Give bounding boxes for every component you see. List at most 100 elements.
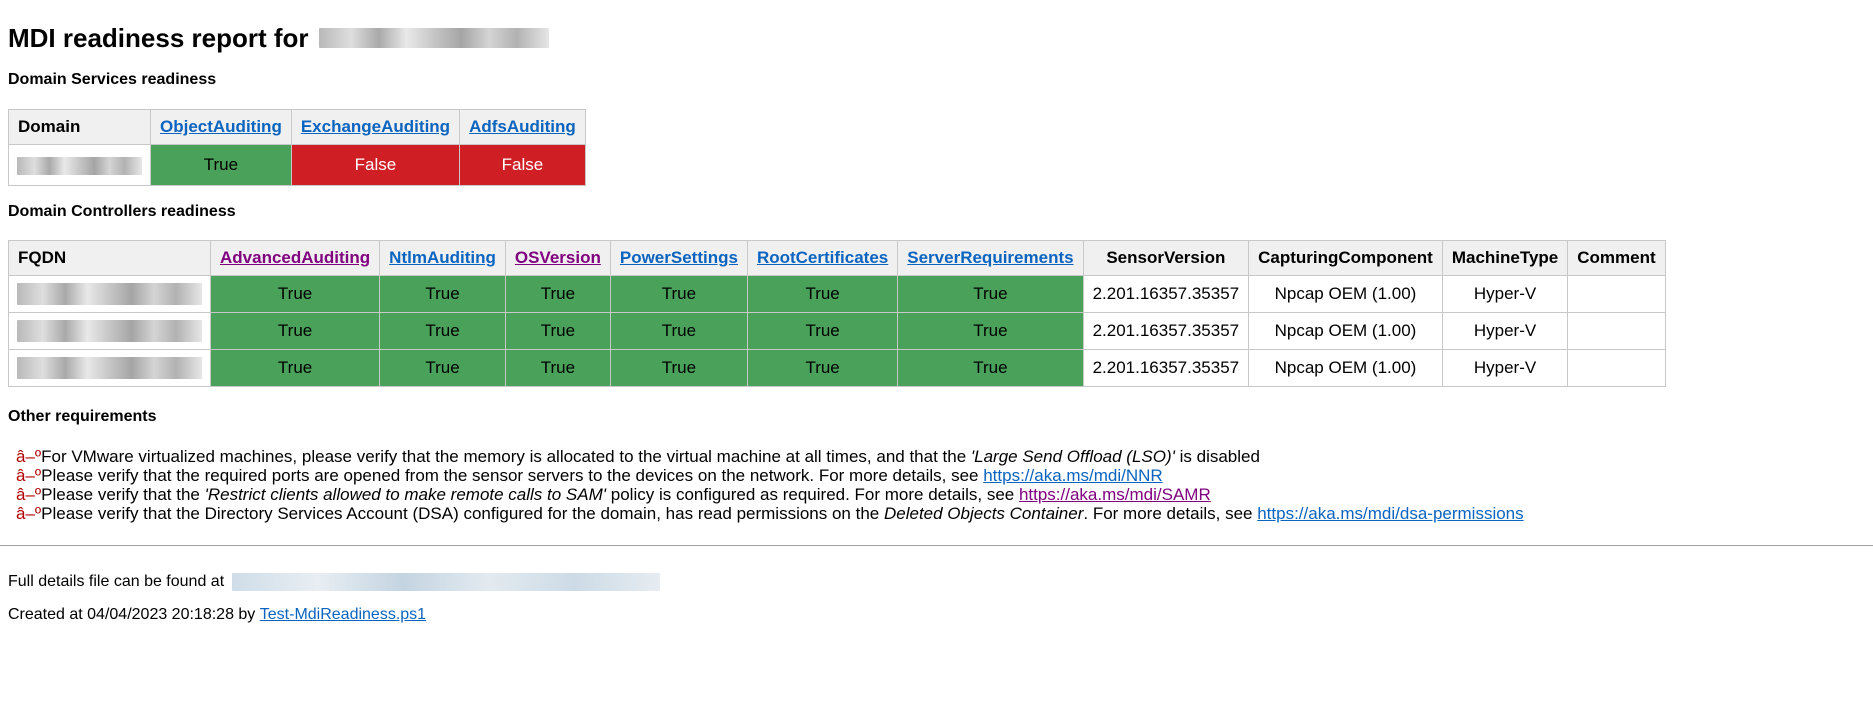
power-settings-value: True (609, 312, 748, 350)
advanced-auditing-link[interactable]: AdvancedAuditing (220, 248, 370, 267)
table-row: True False False (8, 144, 586, 186)
column-capturing-component: CapturingComponent (1248, 240, 1443, 276)
os-version-link[interactable]: OSVersion (515, 248, 601, 267)
bullet-marker: â–º (16, 504, 42, 523)
fqdn-cell (8, 349, 211, 387)
created-line: Created at 04/04/2023 20:18:28 by Test-M… (8, 604, 1868, 626)
redacted-fqdn (17, 320, 202, 342)
redacted-domain (17, 156, 142, 175)
fqdn-cell (8, 275, 211, 313)
other-requirements-heading: Other requirements (8, 408, 157, 425)
machine-type-value: Hyper-V (1441, 312, 1569, 350)
column-fqdn: FQDN (8, 240, 211, 276)
server-requirements-link[interactable]: ServerRequirements (907, 248, 1073, 267)
comment-value (1567, 275, 1666, 313)
power-settings-link[interactable]: PowerSettings (620, 248, 738, 267)
sensor-version-value: 2.201.16357.35357 (1082, 349, 1250, 387)
list-item: â–ºPlease verify that the Directory Serv… (16, 504, 1868, 523)
samr-link[interactable]: https://aka.ms/mdi/SAMR (1019, 485, 1211, 504)
column-power-settings: PowerSettings (609, 240, 748, 276)
server-requirements-value: True (897, 275, 1084, 313)
column-advanced-auditing: AdvancedAuditing (209, 240, 381, 276)
requirements-list: â–ºFor VMware virtualized machines, plea… (16, 447, 1868, 523)
column-ntlm-auditing: NtlmAuditing (379, 240, 506, 276)
full-details-label: Full details file can be found at (8, 573, 225, 590)
table-row: True True True True True True 2.201.1635… (8, 312, 1666, 350)
advanced-auditing-value: True (209, 275, 381, 313)
ntlm-auditing-value: True (379, 312, 506, 350)
redacted-fqdn (17, 283, 202, 305)
sensor-version-value: 2.201.16357.35357 (1082, 275, 1250, 313)
machine-type-value: Hyper-V (1441, 349, 1569, 387)
exchange-auditing-link[interactable]: ExchangeAuditing (301, 117, 450, 136)
exchange-auditing-value: False (290, 144, 461, 186)
capturing-component-value: Npcap OEM (1.00) (1248, 275, 1443, 313)
domain-cell (8, 144, 151, 186)
root-certificates-link[interactable]: RootCertificates (757, 248, 888, 267)
list-item: â–ºPlease verify that the required ports… (16, 466, 1868, 485)
requirement-emphasis: 'Restrict clients allowed to make remote… (204, 485, 607, 504)
ntlm-auditing-value: True (379, 349, 506, 387)
capturing-component-value: Npcap OEM (1.00) (1248, 312, 1443, 350)
column-machine-type: MachineType (1441, 240, 1569, 276)
domain-services-table: Domain ObjectAuditing ExchangeAuditing A… (8, 109, 586, 186)
server-requirements-value: True (897, 312, 1084, 350)
redacted-domain-name (318, 28, 549, 48)
comment-value (1567, 312, 1666, 350)
fqdn-cell (8, 312, 211, 350)
column-root-certificates: RootCertificates (746, 240, 899, 276)
page-title: MDI readiness report for (8, 20, 1868, 56)
column-object-auditing: ObjectAuditing (150, 109, 292, 145)
root-certificates-value: True (746, 312, 899, 350)
object-auditing-link[interactable]: ObjectAuditing (160, 117, 282, 136)
table-header-row: Domain ObjectAuditing ExchangeAuditing A… (8, 109, 586, 145)
table-row: True True True True True True 2.201.1635… (8, 275, 1666, 313)
advanced-auditing-value: True (209, 312, 381, 350)
power-settings-value: True (609, 349, 748, 387)
column-comment: Comment (1567, 240, 1666, 276)
redacted-file-path (232, 573, 661, 591)
nnr-link[interactable]: https://aka.ms/mdi/NNR (983, 466, 1163, 485)
os-version-value: True (504, 275, 611, 313)
column-os-version: OSVersion (504, 240, 611, 276)
column-adfs-auditing: AdfsAuditing (459, 109, 586, 145)
domain-services-heading: Domain Services readiness (8, 71, 217, 88)
requirement-text-after: policy is configured as required. For mo… (606, 485, 1019, 504)
table-row: True True True True True True 2.201.1635… (8, 349, 1666, 387)
column-server-requirements: ServerRequirements (897, 240, 1084, 276)
domain-controllers-heading: Domain Controllers readiness (8, 203, 236, 220)
page-title-text: MDI readiness report for (8, 23, 309, 53)
list-item: â–ºFor VMware virtualized machines, plea… (16, 447, 1868, 466)
domain-controllers-table: FQDN AdvancedAuditing NtlmAuditing OSVer… (8, 240, 1666, 387)
created-text: Created at 04/04/2023 20:18:28 by (8, 606, 256, 623)
adfs-auditing-link[interactable]: AdfsAuditing (469, 117, 576, 136)
requirement-emphasis: 'Large Send Offload (LSO)' (970, 447, 1175, 466)
bullet-marker: â–º (16, 485, 42, 504)
comment-value (1567, 349, 1666, 387)
column-exchange-auditing: ExchangeAuditing (290, 109, 461, 145)
requirement-text: Please verify that the required ports ar… (41, 466, 984, 485)
requirement-text: Please verify that the (41, 485, 205, 504)
capturing-component-value: Npcap OEM (1.00) (1248, 349, 1443, 387)
dsa-permissions-link[interactable]: https://aka.ms/mdi/dsa-permissions (1257, 504, 1523, 523)
redacted-fqdn (17, 357, 202, 379)
bullet-marker: â–º (16, 447, 42, 466)
machine-type-value: Hyper-V (1441, 275, 1569, 313)
requirement-emphasis: Deleted Objects Container (883, 504, 1084, 523)
root-certificates-value: True (746, 275, 899, 313)
sensor-version-value: 2.201.16357.35357 (1082, 312, 1250, 350)
divider (0, 545, 1873, 546)
adfs-auditing-value: False (459, 144, 586, 186)
requirement-text: For VMware virtualized machines, please … (41, 447, 971, 466)
server-requirements-value: True (897, 349, 1084, 387)
requirement-text: Please verify that the Directory Service… (41, 504, 884, 523)
object-auditing-value: True (150, 144, 292, 186)
full-details-line: Full details file can be found at (8, 571, 1868, 593)
script-link[interactable]: Test-MdiReadiness.ps1 (260, 606, 426, 624)
report-page: MDI readiness report for Domain Services… (0, 0, 1873, 626)
os-version-value: True (504, 312, 611, 350)
ntlm-auditing-link[interactable]: NtlmAuditing (389, 248, 496, 267)
advanced-auditing-value: True (209, 349, 381, 387)
requirement-text-after: . For more details, see (1083, 504, 1258, 523)
os-version-value: True (504, 349, 611, 387)
